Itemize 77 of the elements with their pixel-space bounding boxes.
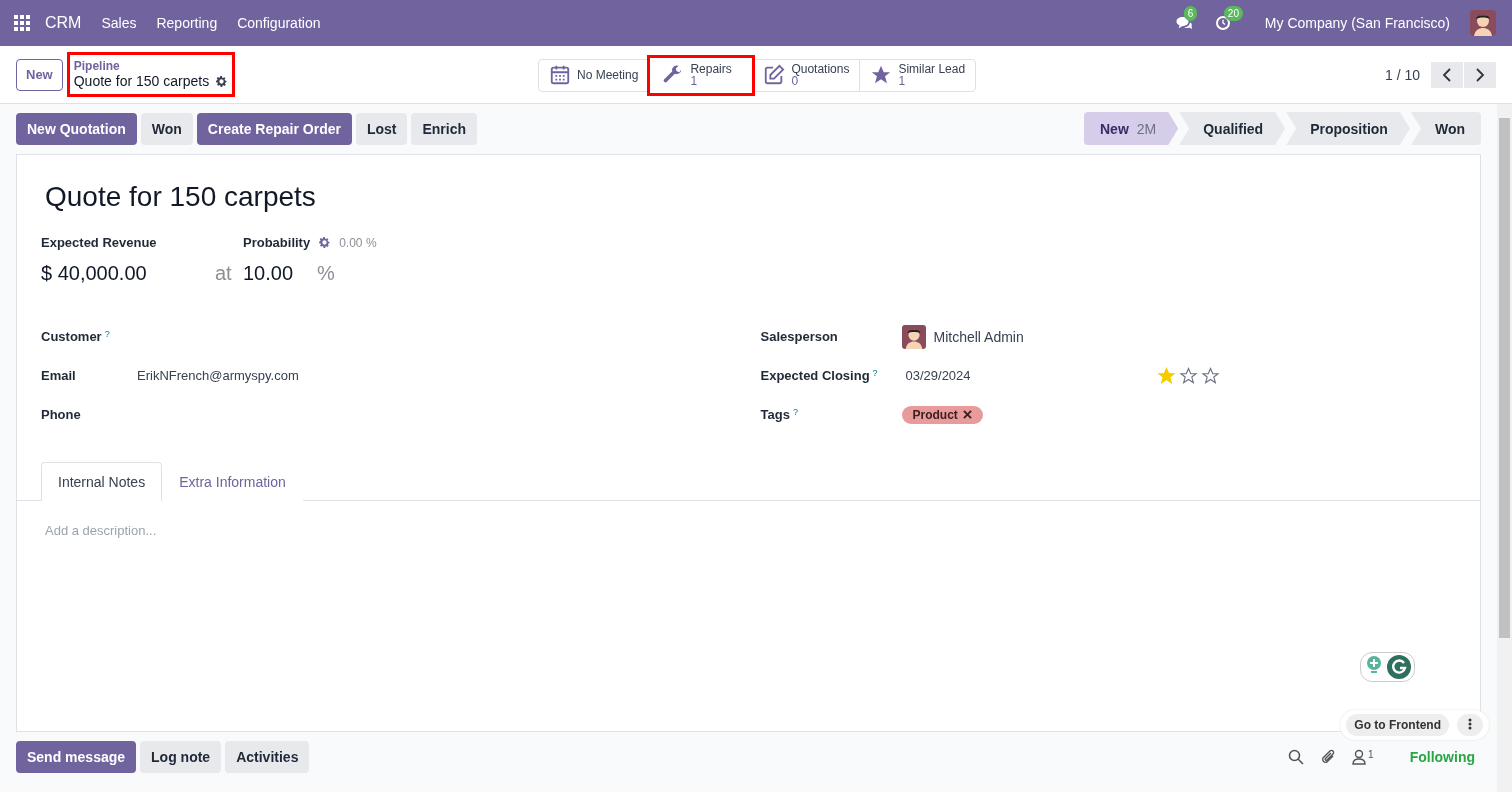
edit-icon xyxy=(763,64,786,86)
user-avatar xyxy=(901,324,926,349)
breadcrumb-link[interactable]: Pipeline xyxy=(73,60,229,73)
new-button[interactable]: New xyxy=(16,58,63,91)
field-label: Expected Revenue xyxy=(41,235,158,250)
chevron-left-icon xyxy=(1442,67,1452,82)
message-count-badge: 6 xyxy=(1183,6,1198,21)
record-name: Quote for 150 carpets xyxy=(73,73,210,89)
help-icon[interactable]: ? xyxy=(104,329,110,339)
search-icon[interactable] xyxy=(1288,749,1305,765)
paperclip-icon[interactable] xyxy=(1320,749,1337,765)
chatter-button[interactable]: Log note xyxy=(140,741,222,773)
smart-button[interactable]: Quotations 0 xyxy=(752,58,861,92)
calendar-icon xyxy=(549,64,571,86)
menu-item[interactable]: Configuration xyxy=(237,15,321,31)
chat-icon[interactable] xyxy=(1174,15,1193,31)
action-button[interactable]: Lost xyxy=(355,112,408,145)
probability-value[interactable]: 10.00 xyxy=(243,262,294,285)
more-icon xyxy=(1468,717,1472,730)
chatter-button[interactable]: Send message xyxy=(16,741,137,773)
tag: Product xyxy=(901,405,983,424)
date-value[interactable]: 03/29/2024 xyxy=(905,368,971,383)
field-label: Customer xyxy=(41,329,102,344)
empty-star-icon[interactable] xyxy=(1201,366,1220,385)
stage-button[interactable]: Proposition xyxy=(1286,112,1410,145)
g-logo-icon[interactable] xyxy=(1387,655,1411,679)
action-button[interactable]: New Quotation xyxy=(16,112,137,145)
more-options-button[interactable] xyxy=(1457,714,1483,736)
remove-icon[interactable] xyxy=(962,410,972,419)
stage-button[interactable]: Qualified xyxy=(1179,112,1286,145)
apps-menu-icon[interactable] xyxy=(14,15,30,31)
automated-probability: 0.00 % xyxy=(339,235,377,250)
menu-item[interactable]: Sales xyxy=(101,15,137,31)
field-label: Phone xyxy=(41,407,81,422)
smart-button[interactable]: No Meeting xyxy=(538,58,650,92)
tab[interactable]: Internal Notes xyxy=(41,462,163,501)
chatter-button[interactable]: Activities xyxy=(225,741,310,773)
scrollbar[interactable] xyxy=(1497,104,1512,792)
user-avatar[interactable] xyxy=(1470,10,1496,36)
next-button[interactable] xyxy=(1464,61,1496,88)
stage-button[interactable]: Won xyxy=(1410,112,1481,145)
field-label: Salesperson xyxy=(760,329,838,344)
smart-button[interactable]: Repairs 1 xyxy=(647,54,756,96)
pager-counter: 1 / 10 xyxy=(1384,66,1420,83)
previous-button[interactable] xyxy=(1431,61,1463,88)
empty-star-icon[interactable] xyxy=(1179,366,1198,385)
email-value[interactable]: ErikNFrench@armyspy.com xyxy=(137,368,299,383)
filled-star-icon[interactable] xyxy=(1157,366,1176,385)
help-icon[interactable]: ? xyxy=(792,407,798,417)
smart-button[interactable]: Similar Lead 1 xyxy=(859,58,977,92)
star-icon xyxy=(870,64,893,86)
follower-count: 1 xyxy=(1368,749,1374,762)
field-label: Tags xyxy=(760,407,790,422)
chevron-right-icon xyxy=(1475,67,1485,82)
lead-title[interactable]: Quote for 150 carpets xyxy=(45,181,1480,213)
activity-count-badge: 20 xyxy=(1223,6,1243,21)
at-label: at xyxy=(215,262,233,285)
field-label: Email xyxy=(41,368,76,383)
salesperson-value[interactable]: Mitchell Admin xyxy=(933,328,1024,345)
clock-icon[interactable] xyxy=(1214,15,1231,31)
action-button[interactable]: Enrich xyxy=(411,112,478,145)
gear-icon[interactable] xyxy=(215,74,229,88)
field-label: Expected Closing xyxy=(760,368,870,383)
help-icon[interactable]: ? xyxy=(872,368,878,378)
writing-assistant-widget[interactable] xyxy=(1360,652,1415,682)
app-name[interactable]: CRM xyxy=(45,14,82,32)
company-switcher[interactable]: My Company (San Francisco) xyxy=(1264,15,1450,31)
stage-button[interactable]: New 2M xyxy=(1084,112,1179,145)
revenue-value[interactable]: $ 40,000.00 xyxy=(41,262,215,285)
menu-item[interactable]: Reporting xyxy=(156,15,218,31)
action-button[interactable]: Create Repair Order xyxy=(196,112,352,145)
field-label: Probability xyxy=(243,235,311,250)
user-icon[interactable] xyxy=(1352,749,1367,765)
gear-icon[interactable] xyxy=(318,236,332,249)
go-to-frontend-button[interactable]: Go to Frontend xyxy=(1346,714,1449,736)
action-button[interactable]: Won xyxy=(140,112,193,145)
percent-sign: % xyxy=(317,262,335,285)
